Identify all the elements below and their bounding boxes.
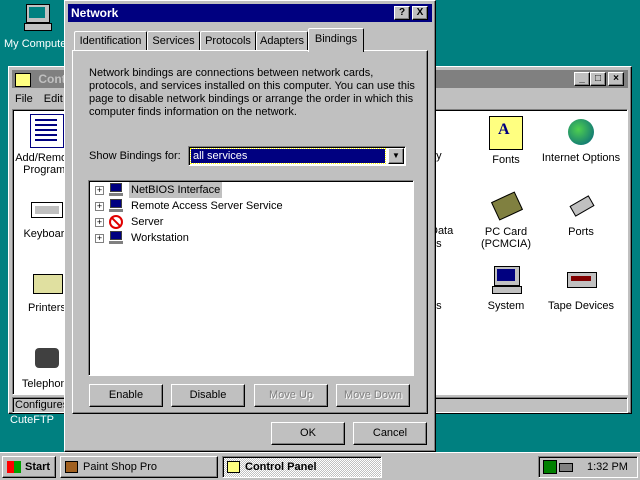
internet-options-label: Internet Options <box>541 152 621 164</box>
keyboard-icon <box>31 192 63 224</box>
tab-identification[interactable]: Identification <box>74 31 147 51</box>
menu-file[interactable]: File <box>15 93 33 105</box>
control-panel-task-icon <box>227 461 240 473</box>
chevron-down-icon[interactable]: ▼ <box>388 148 404 164</box>
tab-adapters[interactable]: Adapters <box>256 31 308 51</box>
pc-card-tray-icon[interactable] <box>559 463 573 472</box>
network-dialog[interactable]: Network ? X Identification Services Prot… <box>64 0 436 452</box>
taskbar-paint-shop-pro[interactable]: Paint Shop Pro <box>60 456 218 478</box>
expand-icon[interactable]: + <box>95 186 104 195</box>
move-up-button[interactable]: Move Up <box>254 384 328 407</box>
computer-icon <box>24 4 52 31</box>
network-component-icon <box>109 231 123 245</box>
move-down-button[interactable]: Move Down <box>336 384 410 407</box>
add-remove-programs-icon <box>30 114 64 148</box>
maximize-button[interactable]: □ <box>590 72 606 86</box>
tab-bindings[interactable]: Bindings <box>308 28 364 52</box>
taskbar-control-panel[interactable]: Control Panel <box>222 456 382 478</box>
my-computer-desktop-icon[interactable]: My Computer <box>2 2 72 52</box>
bindings-description: Network bindings are connections between… <box>89 67 415 118</box>
close-button[interactable]: × <box>608 72 624 86</box>
system-label: System <box>487 300 525 312</box>
ok-button[interactable]: OK <box>271 422 345 445</box>
control-panel-menubar: File Edit <box>15 91 63 107</box>
expand-icon[interactable]: + <box>95 202 104 211</box>
tree-label-workstation: Workstation <box>131 232 189 244</box>
disable-button[interactable]: Disable <box>171 384 245 407</box>
ports-item[interactable]: Ports <box>541 190 621 238</box>
disabled-icon <box>109 215 123 229</box>
tree-label-netbios: NetBIOS Interface <box>129 182 223 198</box>
system-item[interactable]: System <box>466 264 546 312</box>
enable-button[interactable]: Enable <box>89 384 163 407</box>
tree-label-server: Server <box>131 216 164 228</box>
internet-options-item[interactable]: Internet Options <box>541 116 621 164</box>
printers-icon <box>31 266 63 298</box>
expand-icon[interactable]: + <box>95 218 104 227</box>
help-button[interactable]: ? <box>394 6 410 20</box>
show-bindings-label: Show Bindings for: <box>89 150 181 162</box>
pc-card-item[interactable]: PC Card (PCMCIA) <box>466 190 546 250</box>
status-text: Configures <box>15 399 69 411</box>
tab-protocols[interactable]: Protocols <box>200 31 256 51</box>
cuteftp-label[interactable]: CuteFTP <box>10 414 60 426</box>
cancel-button[interactable]: Cancel <box>353 422 427 445</box>
tree-label-remote-access: Remote Access Server Service <box>131 200 283 212</box>
bindings-panel: Network bindings are connections between… <box>72 50 428 414</box>
fonts-item[interactable]: A Fonts <box>466 116 546 166</box>
network-tray-icon[interactable] <box>543 460 557 474</box>
minimize-button[interactable]: _ <box>574 72 590 86</box>
start-label: Start <box>25 461 51 473</box>
task-label-control-panel: Control Panel <box>245 461 317 473</box>
internet-options-icon <box>565 116 597 148</box>
network-titlebar[interactable]: Network ? X <box>68 4 432 22</box>
expand-icon[interactable]: + <box>95 234 104 243</box>
network-component-icon <box>109 199 123 213</box>
tab-services[interactable]: Services <box>147 31 200 51</box>
ports-icon <box>565 190 597 222</box>
start-button[interactable]: Start <box>2 456 56 478</box>
fonts-icon: A <box>489 116 523 150</box>
tape-devices-label: Tape Devices <box>547 300 615 312</box>
my-computer-label: My Computer <box>3 38 71 50</box>
show-bindings-select[interactable]: all services ▼ <box>188 146 406 166</box>
show-bindings-value: all services <box>190 148 386 164</box>
control-panel-app-icon <box>15 72 31 87</box>
clock[interactable]: 1:32 PM <box>587 460 628 474</box>
ports-label: Ports <box>568 226 594 238</box>
menu-edit[interactable]: Edit <box>44 93 63 105</box>
telephony-icon <box>31 342 63 374</box>
network-component-icon <box>109 183 123 197</box>
close-button[interactable]: X <box>412 6 428 20</box>
tape-devices-item[interactable]: Tape Devices <box>541 264 621 312</box>
tape-devices-icon <box>565 264 597 296</box>
fonts-label: Fonts <box>492 154 520 166</box>
windows-logo-icon <box>7 461 21 473</box>
system-tray: 1:32 PM <box>538 456 638 478</box>
bindings-tree[interactable]: + NetBIOS Interface + Remote Access Serv… <box>88 180 414 376</box>
system-icon <box>490 264 522 296</box>
paint-shop-pro-icon <box>65 461 78 473</box>
pc-card-icon <box>490 190 524 222</box>
pc-card-label: PC Card (PCMCIA) <box>480 226 532 250</box>
task-label-paint-shop-pro: Paint Shop Pro <box>83 461 157 473</box>
network-title: Network <box>71 6 119 20</box>
